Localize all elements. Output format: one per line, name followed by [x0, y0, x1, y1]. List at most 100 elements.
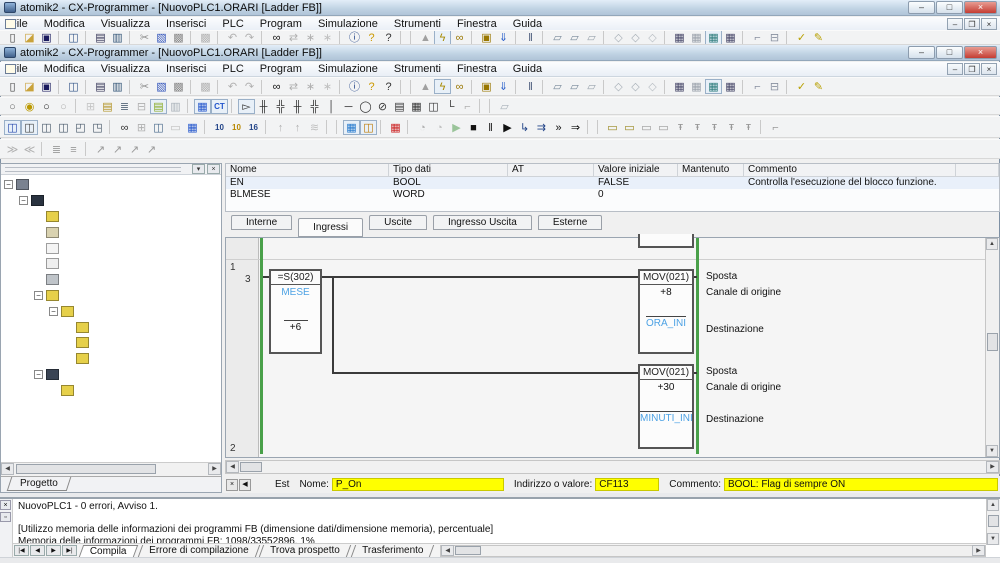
cross-line-icon[interactable]: ⌐ — [749, 79, 766, 94]
force-cancel-icon[interactable]: ▭ — [638, 120, 655, 135]
rung-comment-icon[interactable]: ▤ — [99, 99, 116, 114]
menu-item[interactable]: Finestra — [449, 62, 505, 76]
watch-close-icon[interactable]: × — [226, 479, 238, 491]
work-online-simulator-icon[interactable]: ϟ — [434, 79, 451, 94]
trigger-pause-icon[interactable]: ◔ — [431, 120, 448, 135]
tree-expander-icon[interactable]: − — [34, 291, 43, 300]
output-tab[interactable]: Trova prospetto — [259, 545, 351, 557]
col-commento[interactable]: Commento — [744, 164, 956, 176]
mdi-restore-button[interactable]: ❐ — [964, 63, 980, 75]
set-value-icon[interactable]: ▭ — [655, 120, 672, 135]
tree-node-program1[interactable]: − — [1, 303, 221, 319]
compile-view-icon[interactable]: ◫ — [65, 30, 82, 45]
graph-icon[interactable]: ⊟ — [766, 79, 783, 94]
minimize-button[interactable]: – — [908, 1, 935, 14]
outdent-icon[interactable]: ≪ — [21, 142, 38, 157]
list-view-icon[interactable]: ≣ — [116, 99, 133, 114]
new-icon[interactable]: ▯ — [4, 79, 21, 94]
diff-both-icon[interactable]: Ŧ — [706, 120, 723, 135]
cut-icon[interactable]: ✂ — [136, 79, 153, 94]
outer-titlebar[interactable]: atomik2 - CX-Programmer - [NuovoPLC1.ORA… — [0, 0, 1000, 16]
replace-icon[interactable]: ⇄ — [285, 79, 302, 94]
goto-next-icon[interactable]: ≋ — [306, 120, 323, 135]
tree-node-plc[interactable]: − — [1, 193, 221, 209]
tree-node-error-log[interactable]: − — [1, 240, 221, 256]
cross-ref-icon[interactable]: ⊞ — [133, 120, 150, 135]
graph-icon[interactable]: ⊟ — [766, 30, 783, 45]
menu-item[interactable]: Strumenti — [386, 17, 449, 31]
instruction-box2-icon[interactable]: ▦ — [408, 99, 425, 114]
print-icon[interactable]: ▤ — [92, 30, 109, 45]
about-icon[interactable]: ⓘ — [346, 30, 363, 45]
window-mnemonic-icon[interactable]: ▦ — [671, 30, 688, 45]
col-mantenuto[interactable]: Mantenuto — [678, 164, 744, 176]
watch-prev-icon[interactable]: ◀ — [239, 479, 251, 491]
stop-icon[interactable]: ■ — [465, 120, 482, 135]
watch-window-icon[interactable]: ◫ — [150, 120, 167, 135]
window-split-icon[interactable]: ◫ — [38, 120, 55, 135]
mdi-minimize-button[interactable]: – — [947, 63, 963, 75]
window-ladder-icon[interactable]: ▦ — [705, 30, 722, 45]
ladder-editor[interactable]: 1 3 2 =S(302) MESE +6 — [225, 237, 1000, 458]
tree-node-orari[interactable]: − — [1, 382, 221, 398]
tab-next-icon[interactable]: ▶ — [46, 545, 61, 556]
menu-item[interactable]: Finestra — [449, 17, 505, 31]
help-icon[interactable]: ? — [363, 30, 380, 45]
col-at[interactable]: AT — [508, 164, 594, 176]
select-tool-icon[interactable]: ▻ — [238, 99, 255, 114]
find-icon[interactable]: ∞ — [268, 30, 285, 45]
menu-item[interactable]: Simulazione — [310, 62, 386, 76]
diff-down-icon[interactable]: Ŧ — [689, 120, 706, 135]
work-online-icon[interactable]: ▲ — [417, 79, 434, 94]
instruction-box-icon[interactable]: ▤ — [391, 99, 408, 114]
cross-line-icon[interactable]: ⌐ — [749, 30, 766, 45]
run-icon[interactable]: ▶ — [448, 120, 465, 135]
delete-wire-icon[interactable]: ⌐ — [459, 99, 476, 114]
contact-or-nc-icon[interactable]: ╬ — [306, 99, 323, 114]
menu-item[interactable]: Visualizza — [93, 62, 158, 76]
open-icon[interactable]: ◪ — [21, 79, 38, 94]
mov1-destination[interactable]: ORA_INI — [640, 316, 692, 329]
step-over-icon[interactable]: ⇉ — [533, 120, 550, 135]
option-3-icon[interactable]: ◇ — [644, 30, 661, 45]
transfer-plc-icon[interactable]: ⇓ — [495, 30, 512, 45]
copy-icon[interactable]: ▧ — [153, 30, 170, 45]
go-rung-4-icon[interactable]: ↗ — [143, 142, 160, 157]
undo-icon[interactable]: ↶ — [224, 30, 241, 45]
force-off-icon[interactable]: ▭ — [621, 120, 638, 135]
diff-up-icon[interactable]: Ŧ — [672, 120, 689, 135]
find-icon[interactable]: ∞ — [268, 79, 285, 94]
print-preview-icon[interactable]: ▥ — [109, 79, 126, 94]
compare-operand-2[interactable]: +6 — [271, 320, 320, 333]
tab-last-icon[interactable]: ▶| — [62, 545, 77, 556]
tree-expander-icon[interactable]: − — [19, 196, 28, 205]
mov2-source[interactable]: +30 — [640, 382, 692, 393]
marker-icon[interactable]: ∗ — [319, 30, 336, 45]
jump-end-icon[interactable]: ⇒ — [567, 120, 584, 135]
contact-or-no-icon[interactable]: ╫ — [289, 99, 306, 114]
zoom-fit-icon[interactable]: ○ — [55, 99, 72, 114]
key-set-icon[interactable]: ✓ — [793, 30, 810, 45]
output-pin-icon[interactable]: ▫ — [0, 512, 11, 522]
pause-simulator-icon[interactable]: ‖ — [522, 30, 539, 45]
tab-progetto[interactable]: Progetto — [7, 477, 71, 491]
monitor-mode-icon[interactable]: ▱ — [583, 30, 600, 45]
save-icon[interactable]: ▣ — [38, 79, 55, 94]
tree-expander-icon[interactable]: − — [49, 307, 58, 316]
about-icon[interactable]: ⓘ — [346, 79, 363, 94]
step-in-icon[interactable]: ↳ — [516, 120, 533, 135]
monitor-icon[interactable]: ▦ — [343, 120, 360, 135]
paste-special-icon[interactable]: ▩ — [197, 30, 214, 45]
find-next-icon[interactable]: ∗ — [302, 79, 319, 94]
menu-item[interactable]: Strumenti — [386, 62, 449, 76]
redo-icon[interactable]: ↷ — [241, 79, 258, 94]
col-tipo-dati[interactable]: Tipo dati — [389, 164, 508, 176]
open-icon[interactable]: ◪ — [21, 30, 38, 45]
menu-item[interactable]: Program — [252, 17, 310, 31]
tree-node-symbols[interactable]: − — [1, 209, 221, 225]
differential-monitor-icon[interactable]: ▦ — [387, 120, 404, 135]
variable-row[interactable]: EN BOOL FALSE Controlla l'esecuzione del… — [226, 177, 999, 189]
monitor-data-icon[interactable]: ▦ — [194, 99, 211, 114]
minimize-button[interactable]: – — [908, 46, 935, 59]
online-auto-icon[interactable]: ∞ — [451, 30, 468, 45]
